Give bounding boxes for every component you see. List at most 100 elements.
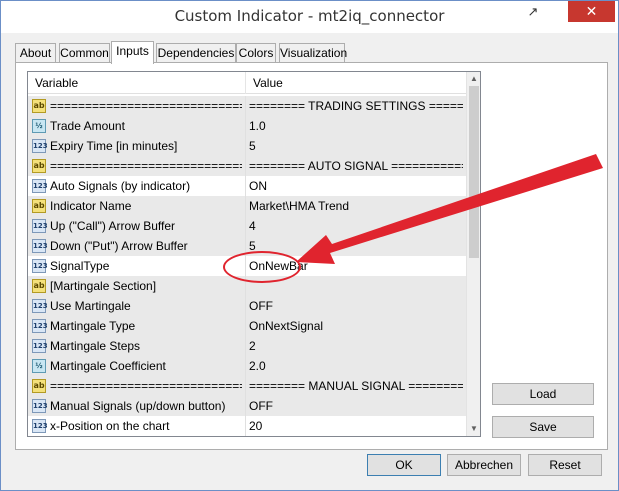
value-cell[interactable]: Market\HMA Trend — [249, 196, 463, 216]
text-type-icon: ab — [32, 159, 46, 173]
variable-cell: ================================ — [50, 379, 242, 393]
column-divider — [245, 316, 246, 336]
variable-cell: Down ("Put") Arrow Buffer — [50, 239, 188, 253]
integer-type-icon: 123 — [32, 239, 48, 253]
value-cell[interactable]: 1.0 — [249, 116, 463, 136]
highlight-ellipse — [223, 251, 301, 283]
text-type-icon: ab — [32, 199, 46, 213]
double-type-icon: ½ — [32, 359, 46, 373]
column-divider — [245, 356, 246, 376]
table-row[interactable]: 123 Use Martingale OFF — [28, 296, 466, 316]
column-divider — [245, 96, 246, 116]
double-type-icon: ½ — [32, 119, 46, 133]
table-row[interactable]: 123 Manual Signals (up/down button) OFF — [28, 396, 466, 416]
variable-cell: ================================ — [50, 159, 242, 173]
pin-icon[interactable]: ↗ — [521, 4, 545, 24]
column-divider — [245, 296, 246, 316]
tab-dependencies[interactable]: Dependencies — [156, 43, 236, 63]
value-cell[interactable]: 5 — [249, 136, 463, 156]
reset-button[interactable]: Reset — [528, 454, 602, 476]
close-button[interactable]: ✕ — [568, 1, 615, 22]
column-divider — [245, 136, 246, 156]
save-button[interactable]: Save — [492, 416, 594, 438]
table-row[interactable]: 123 Expiry Time [in minutes] 5 — [28, 136, 466, 156]
integer-type-icon: 123 — [32, 319, 48, 333]
value-cell[interactable]: ======== MANUAL SIGNAL ============= — [249, 376, 463, 396]
header-variable[interactable]: Variable — [35, 76, 78, 90]
table-row[interactable]: 123 Up ("Call") Arrow Buffer 4 — [28, 216, 466, 236]
variable-cell: Auto Signals (by indicator) — [50, 179, 191, 193]
column-divider — [245, 416, 246, 436]
integer-type-icon: 123 — [32, 299, 48, 313]
table-row[interactable]: ab ================================ ======… — [28, 156, 466, 176]
value-cell[interactable]: 4 — [249, 216, 463, 236]
title-bar: Custom Indicator - mt2iq_connector ↗ ✕ — [1, 1, 618, 33]
variable-cell: Martingale Steps — [50, 339, 141, 353]
tab-common[interactable]: Common — [59, 43, 110, 63]
variable-cell: Use Martingale — [50, 299, 131, 313]
text-type-icon: ab — [32, 379, 46, 393]
variable-cell: Manual Signals (up/down button) — [50, 399, 226, 413]
value-cell[interactable]: 2.0 — [249, 356, 463, 376]
value-cell[interactable]: ======== TRADING SETTINGS ======== — [249, 96, 463, 116]
column-divider — [245, 336, 246, 356]
cancel-button[interactable]: Abbrechen — [447, 454, 521, 476]
variable-cell: Expiry Time [in minutes] — [50, 139, 178, 153]
scroll-up-icon[interactable]: ▲ — [467, 72, 480, 86]
table-row[interactable]: ab ================================ ======… — [28, 96, 466, 116]
table-row[interactable]: 123 Auto Signals (by indicator) ON — [28, 176, 466, 196]
variable-cell: SignalType — [50, 259, 110, 273]
table-row[interactable]: ab Indicator Name Market\HMA Trend — [28, 196, 466, 216]
variable-cell: ================================ — [50, 99, 242, 113]
tab-visualization[interactable]: Visualization — [279, 43, 347, 63]
tab-inputs[interactable]: Inputs — [111, 41, 154, 64]
variable-cell: Indicator Name — [50, 199, 132, 213]
value-cell[interactable]: 20 — [249, 416, 463, 436]
integer-type-icon: 123 — [32, 399, 48, 413]
value-cell[interactable]: ======== AUTO SIGNAL =============== — [249, 156, 463, 176]
table-row[interactable]: 123 x-Position on the chart 20 — [28, 416, 466, 436]
column-divider — [245, 156, 246, 176]
scroll-down-icon[interactable]: ▼ — [467, 422, 480, 436]
value-cell[interactable]: 2 — [249, 336, 463, 356]
ok-button[interactable]: OK — [367, 454, 441, 476]
column-divider — [245, 376, 246, 396]
value-cell[interactable]: OFF — [249, 396, 463, 416]
table-row[interactable]: 123 Martingale Type OnNextSignal — [28, 316, 466, 336]
variable-cell: Trade Amount — [50, 119, 125, 133]
integer-type-icon: 123 — [32, 139, 48, 153]
value-cell[interactable]: OnNextSignal — [249, 316, 463, 336]
column-divider — [245, 216, 246, 236]
vertical-scrollbar[interactable]: ▲ ▼ — [466, 72, 480, 436]
header-value[interactable]: Value — [253, 76, 283, 90]
variable-cell: Martingale Type — [50, 319, 136, 333]
dialog-window: Custom Indicator - mt2iq_connector ↗ ✕ A… — [0, 0, 619, 491]
variable-cell: [Martingale Section] — [50, 279, 157, 293]
header-divider[interactable] — [245, 72, 246, 94]
integer-type-icon: 123 — [32, 179, 48, 193]
table-row[interactable]: 123 Martingale Steps 2 — [28, 336, 466, 356]
column-divider — [245, 116, 246, 136]
column-divider — [245, 196, 246, 216]
text-type-icon: ab — [32, 279, 46, 293]
value-cell[interactable]: OFF — [249, 296, 463, 316]
column-divider — [245, 176, 246, 196]
variable-cell: Up ("Call") Arrow Buffer — [50, 219, 175, 233]
integer-type-icon: 123 — [32, 219, 48, 233]
variable-cell: Martingale Coefficient — [50, 359, 166, 373]
text-type-icon: ab — [32, 99, 46, 113]
integer-type-icon: 123 — [32, 339, 48, 353]
table-row[interactable]: ab ================================ ======… — [28, 376, 466, 396]
table-row[interactable]: ½ Martingale Coefficient 2.0 — [28, 356, 466, 376]
table-row[interactable]: ½ Trade Amount 1.0 — [28, 116, 466, 136]
value-cell[interactable]: ON — [249, 176, 463, 196]
scrollbar-thumb[interactable] — [469, 86, 479, 258]
tab-about[interactable]: About — [15, 43, 56, 63]
tab-colors[interactable]: Colors — [236, 43, 276, 63]
variable-cell: x-Position on the chart — [50, 419, 170, 433]
integer-type-icon: 123 — [32, 419, 48, 433]
grid-header: Variable Value — [28, 72, 466, 94]
column-divider — [245, 396, 246, 416]
integer-type-icon: 123 — [32, 259, 48, 273]
load-button[interactable]: Load — [492, 383, 594, 405]
